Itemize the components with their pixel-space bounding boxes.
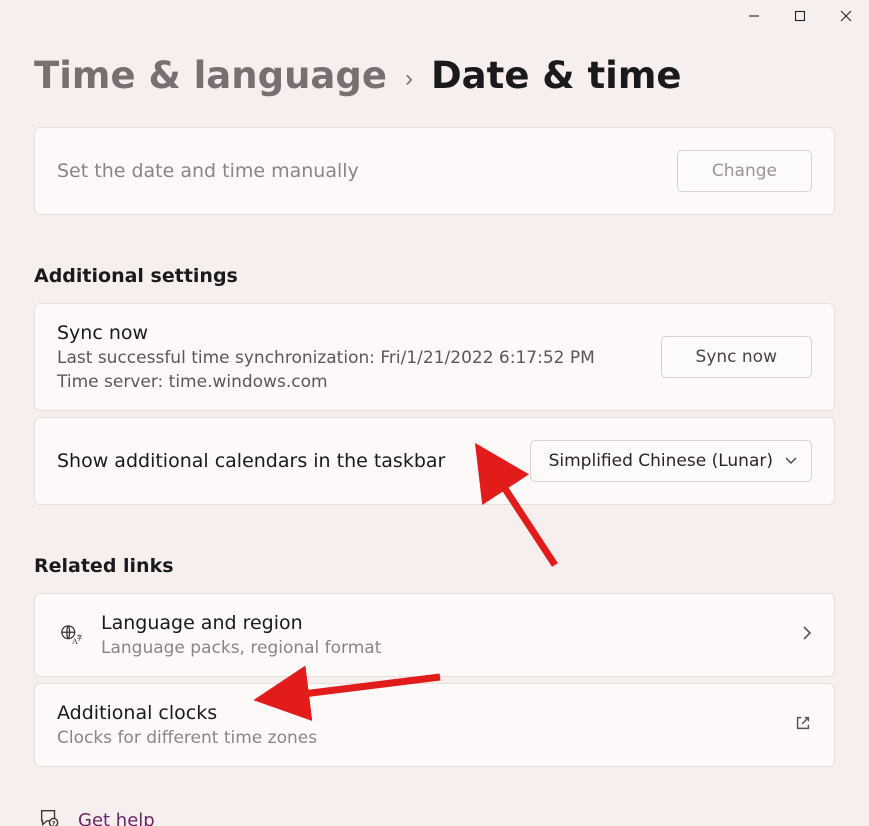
additional-calendars-label: Show additional calendars in the taskbar: [57, 450, 514, 472]
change-button[interactable]: Change: [677, 150, 812, 192]
help-icon: ?: [38, 807, 60, 826]
additional-clocks-title: Additional clocks: [57, 702, 778, 724]
maximize-button[interactable]: [777, 0, 823, 32]
sync-last-line: Last successful time synchronization: Fr…: [57, 348, 645, 368]
page-title: Date & time: [431, 54, 682, 97]
set-time-manually-row: Set the date and time manually Change: [34, 127, 835, 215]
globe-icon: A 字: [57, 624, 85, 646]
breadcrumb-parent[interactable]: Time & language: [34, 54, 387, 97]
close-button[interactable]: [823, 0, 869, 32]
language-region-subtitle: Language packs, regional format: [101, 638, 786, 658]
additional-clocks-row[interactable]: Additional clocks Clocks for different t…: [34, 683, 835, 767]
get-help-row[interactable]: ? Get help: [34, 807, 835, 826]
sync-server-line: Time server: time.windows.com: [57, 372, 645, 392]
chevron-right-icon: ›: [405, 65, 413, 93]
chevron-right-icon: [802, 625, 812, 645]
minimize-button[interactable]: [731, 0, 777, 32]
breadcrumb: Time & language › Date & time: [34, 54, 835, 97]
additional-clocks-subtitle: Clocks for different time zones: [57, 728, 778, 748]
additional-calendars-selected: Simplified Chinese (Lunar): [549, 451, 773, 471]
language-region-row[interactable]: A 字 Language and region Language packs, …: [34, 593, 835, 677]
get-help-label: Get help: [78, 810, 155, 826]
svg-text:?: ?: [52, 819, 56, 826]
language-region-title: Language and region: [101, 612, 786, 634]
sync-now-row: Sync now Last successful time synchroniz…: [34, 303, 835, 411]
additional-calendars-dropdown[interactable]: Simplified Chinese (Lunar): [530, 440, 812, 482]
related-links-header: Related links: [34, 555, 835, 577]
additional-settings-header: Additional settings: [34, 265, 835, 287]
open-external-icon: [794, 714, 812, 736]
sync-now-title: Sync now: [57, 322, 645, 344]
sync-now-button[interactable]: Sync now: [661, 336, 812, 378]
set-time-manually-label: Set the date and time manually: [57, 160, 661, 182]
chevron-down-icon: [785, 454, 797, 468]
additional-calendars-row: Show additional calendars in the taskbar…: [34, 417, 835, 505]
svg-text:字: 字: [77, 633, 83, 642]
